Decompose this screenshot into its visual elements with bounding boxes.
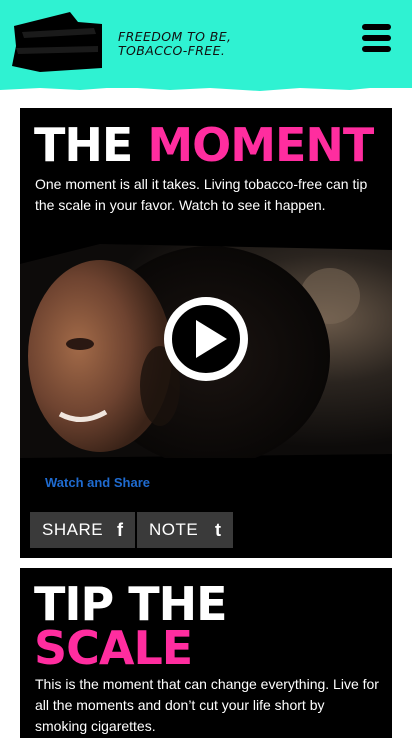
share-label: SHARE — [42, 520, 104, 539]
moment-title: THE MOMENT — [34, 122, 374, 168]
scale-title: TIP THE SCALE — [34, 577, 228, 675]
tip-the-scale-card: TIP THE SCALE This is the moment that ca… — [20, 568, 392, 738]
scale-title-line-2: SCALE — [34, 621, 193, 675]
tagline-line-1: FREEDOM TO BE, — [118, 29, 232, 44]
note-button[interactable]: NOTE t — [137, 512, 233, 548]
facebook-icon: f — [117, 519, 123, 540]
video-player[interactable] — [20, 236, 392, 458]
moment-description: One moment is all it takes. Living tobac… — [35, 176, 368, 213]
scale-title-line-1: TIP THE — [34, 577, 228, 631]
header-torn-edge — [0, 84, 412, 91]
note-label: NOTE — [149, 520, 199, 539]
tumblr-icon: t — [215, 519, 221, 540]
play-icon[interactable] — [163, 296, 249, 382]
brand-logo-icon[interactable] — [10, 12, 106, 72]
moment-title-white: THE — [34, 118, 133, 172]
tagline-line-2: TOBACCO-FREE. — [118, 43, 226, 58]
moment-title-pink: MOMENT — [147, 118, 374, 172]
scale-description: This is the moment that can change every… — [35, 676, 379, 734]
moment-card: THE MOMENT One moment is all it takes. L… — [20, 108, 392, 558]
site-header: FREEDOM TO BE, TOBACCO-FREE. — [0, 0, 412, 88]
tagline: FREEDOM TO BE, TOBACCO-FREE. — [118, 30, 231, 58]
share-button[interactable]: SHARE f — [30, 512, 135, 548]
hamburger-menu-icon[interactable] — [360, 24, 392, 54]
watch-and-share-link[interactable]: Watch and Share — [45, 475, 150, 490]
